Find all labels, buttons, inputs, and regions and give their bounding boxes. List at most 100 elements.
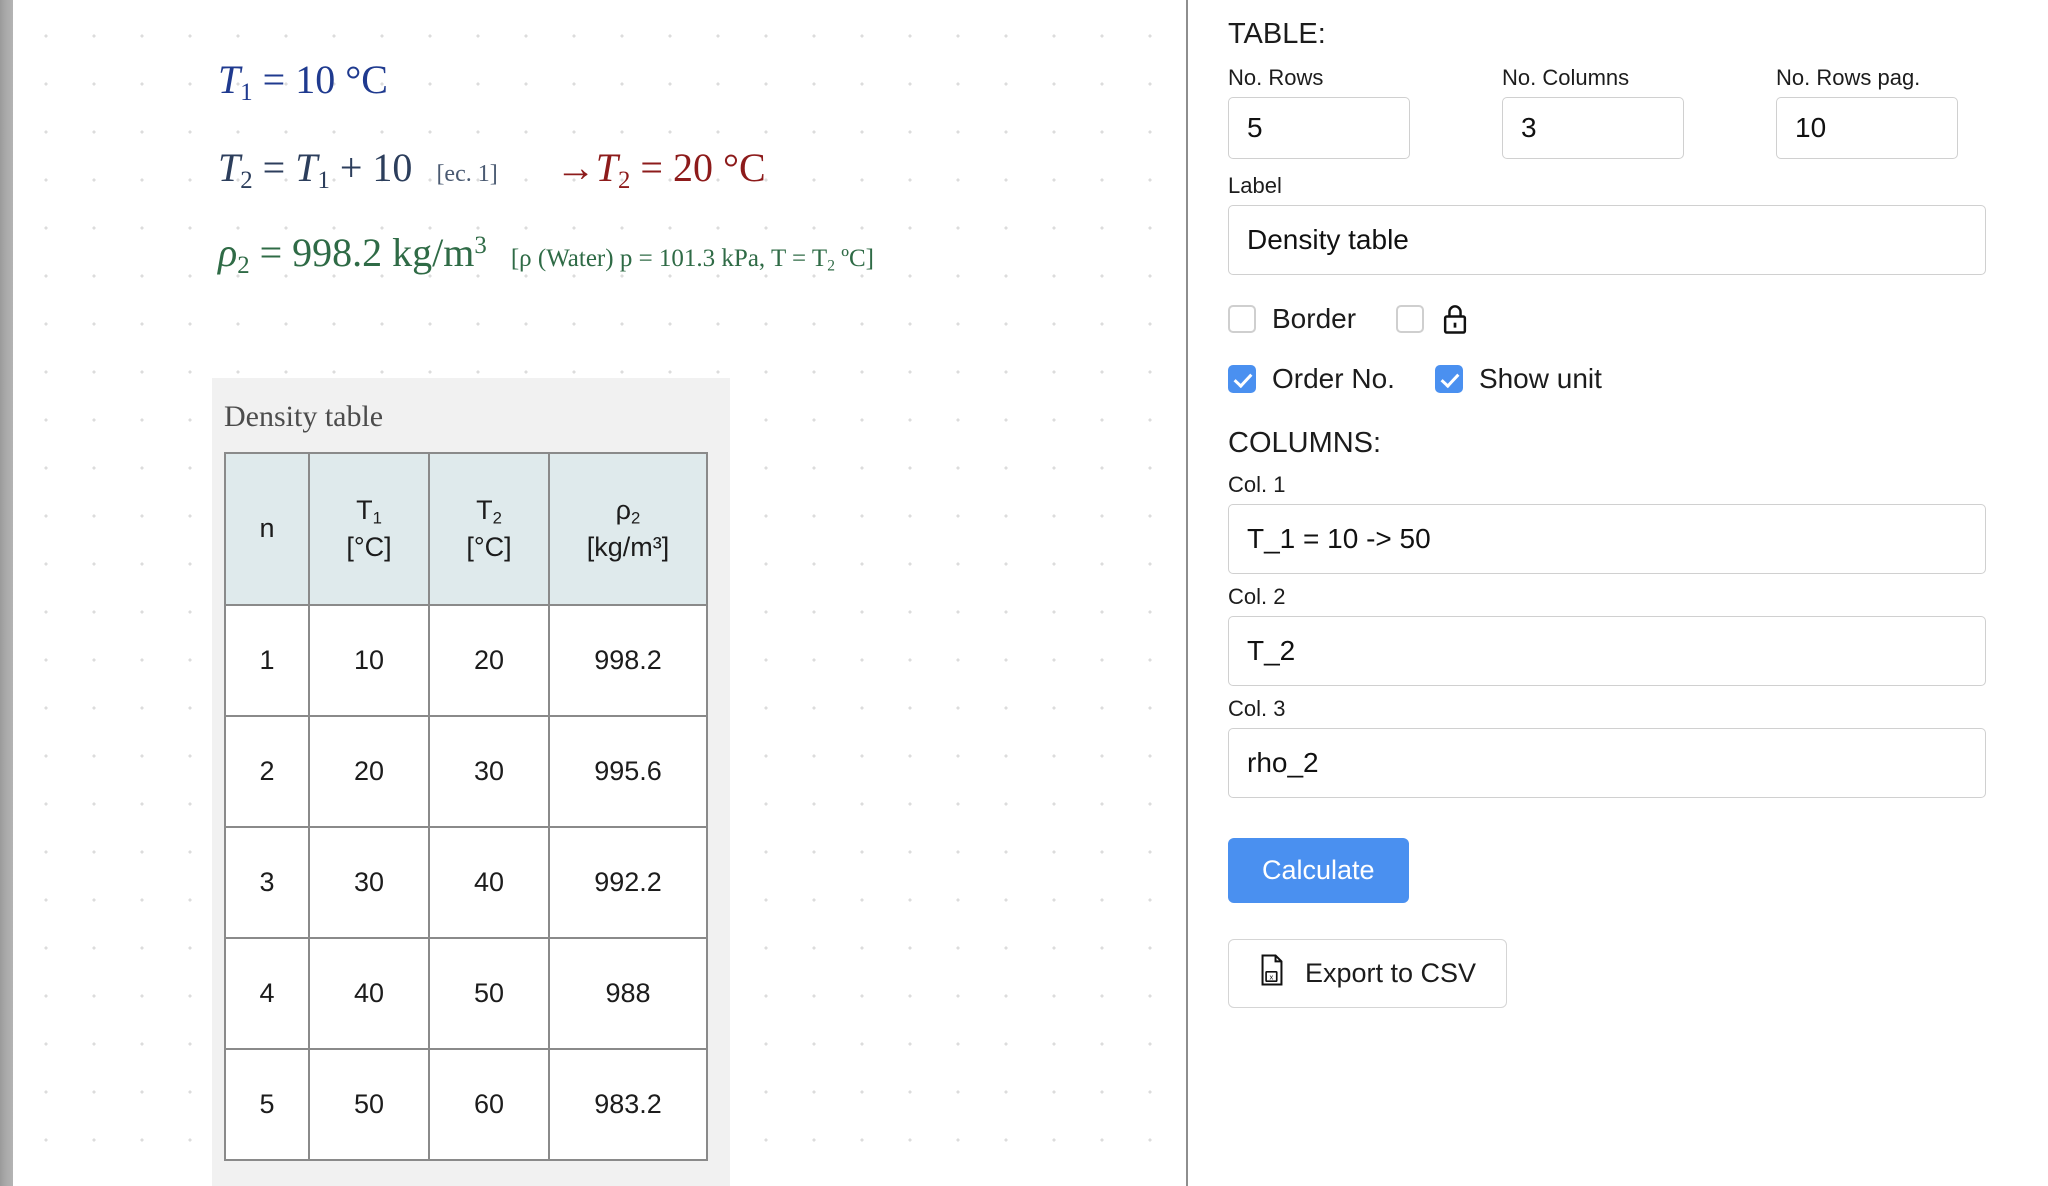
eq-t2-rhs-var: T1	[295, 144, 330, 194]
table-row: 2 20 30 995.6	[224, 715, 708, 828]
equation-block: T1 = 10 °C T2 = T1 + 10 [ec. 1] →T2 = 20…	[218, 60, 1118, 279]
cell-n: 1	[224, 604, 310, 717]
eq-rho2-equals: =	[259, 230, 283, 276]
cell-t2: 60	[428, 1048, 550, 1161]
no-columns-field: No. Columns 3	[1502, 65, 1684, 159]
cell-t1: 50	[308, 1048, 430, 1161]
col2-input[interactable]: T_2	[1228, 616, 1986, 686]
eq-t1-value: 10	[295, 57, 336, 102]
col-header-rho2-symbol: ρ2	[615, 494, 641, 528]
cell-rho2: 998.2	[548, 604, 708, 717]
cell-t1: 20	[308, 715, 430, 828]
col3-field: Col. 3 rho_2	[1228, 696, 1986, 798]
col-header-rho2: ρ2 [kg/m³]	[548, 452, 708, 606]
panel-divider	[1186, 0, 1188, 1186]
eq-rho2-value: 998.2	[292, 230, 383, 276]
table-row: 3 30 40 992.2	[224, 826, 708, 939]
col-header-t1: T1 [°C]	[308, 452, 430, 606]
svg-text:x: x	[1270, 972, 1274, 981]
col-header-t2-symbol: T2	[476, 494, 502, 528]
border-checkbox[interactable]	[1228, 305, 1256, 333]
eq-t2-result-equals: =	[640, 144, 663, 190]
actions-area: Calculate x Export to CSV	[1228, 808, 1986, 1008]
cell-t2: 50	[428, 937, 550, 1050]
table-dimensions-row: No. Rows 5 No. Columns 3 No. Rows pag. 1…	[1228, 65, 1986, 159]
equation-t2: T2 = T1 + 10 [ec. 1] →T2 = 20 °C	[218, 144, 1118, 194]
settings-panel: TABLE: No. Rows 5 No. Columns 3 No. Rows…	[1186, 0, 2048, 1186]
worksheet-canvas[interactable]: T1 = 10 °C T2 = T1 + 10 [ec. 1] →T2 = 20…	[0, 0, 1186, 1186]
table-label-caption: Label	[1228, 173, 1282, 198]
no-rows-label: No. Rows	[1228, 65, 1324, 90]
col-header-t1-symbol: T1	[356, 494, 382, 528]
table-head: n T1 [°C] T2 [°C] ρ2 [kg/m³]	[224, 452, 708, 606]
export-csv-button[interactable]: x Export to CSV	[1228, 939, 1508, 1008]
table-caption: Density table	[224, 400, 384, 433]
no-columns-input[interactable]: 3	[1502, 97, 1684, 159]
density-table: n T1 [°C] T2 [°C] ρ2 [kg/m³] 1 10 20 998…	[224, 452, 708, 1161]
col3-input[interactable]: rho_2	[1228, 728, 1986, 798]
cell-t2: 30	[428, 715, 550, 828]
eq-t2-result: →T2 = 20 °C	[555, 144, 766, 194]
table-header-row: n T1 [°C] T2 [°C] ρ2 [kg/m³]	[224, 452, 708, 606]
col-header-t1-unit: [°C]	[346, 532, 392, 563]
order-no-checkbox[interactable]	[1228, 365, 1256, 393]
lock-checkbox[interactable]	[1396, 305, 1425, 333]
eq-t2-rhs-addend: + 10	[339, 144, 413, 190]
table-row: 4 40 50 988	[224, 937, 708, 1050]
no-columns-label: No. Columns	[1502, 65, 1630, 90]
cell-t1: 30	[308, 826, 430, 939]
no-rows-pag-label: No. Rows pag.	[1776, 65, 1921, 90]
equation-t1: T1 = 10 °C	[218, 60, 1118, 106]
table-label-field: Label Density table	[1228, 173, 1986, 275]
eq-t1-equals: =	[262, 57, 286, 102]
border-checkbox-label: Border	[1272, 303, 1357, 334]
eq-t2-result-value: 20	[672, 144, 713, 190]
no-rows-input[interactable]: 5	[1228, 97, 1410, 159]
no-rows-field: No. Rows 5	[1228, 65, 1410, 159]
col-header-n-symbol: n	[259, 513, 275, 544]
table-body: 1 10 20 998.2 2 20 30 995.6 3 30 40 992.…	[224, 604, 708, 1161]
col1-input[interactable]: T_1 = 10 -> 50	[1228, 504, 1986, 574]
col2-field: Col. 2 T_2	[1228, 584, 1986, 686]
page-scrollbar-vertical[interactable]	[0, 0, 13, 1186]
calculate-button[interactable]: Calculate	[1228, 838, 1409, 903]
density-table-card: Density table n T1 [°C] T2 [°C] ρ2 [kg/m…	[212, 378, 730, 1186]
cell-n: 3	[224, 826, 310, 939]
cell-n: 5	[224, 1048, 310, 1161]
cell-rho2: 995.6	[548, 715, 708, 828]
col-header-t2: T2 [°C]	[428, 452, 550, 606]
eq-t2-result-var: T2	[595, 144, 631, 194]
show-unit-label: Show unit	[1478, 363, 1602, 394]
eq-rho2-unit: kg/m3	[392, 230, 487, 276]
eq-t1-lhs: T1	[218, 57, 253, 106]
cell-t2: 20	[428, 604, 550, 717]
order-unit-row: Order No. Show unit	[1228, 363, 1986, 395]
table-label-input[interactable]: Density table	[1228, 205, 1986, 275]
cell-rho2: 983.2	[548, 1048, 708, 1161]
border-lock-row: Border	[1228, 303, 1986, 335]
eq-rho2-condition-note: [ρ (Water) p = 101.3 kPa, T = T2 ºC]	[510, 245, 874, 275]
col-header-rho2-unit: [kg/m³]	[586, 532, 670, 563]
col1-field: Col. 1 T_1 = 10 -> 50	[1228, 472, 1986, 574]
col2-label: Col. 2	[1228, 584, 1286, 609]
cell-rho2: 992.2	[548, 826, 708, 939]
app-root: T1 = 10 °C T2 = T1 + 10 [ec. 1] →T2 = 20…	[0, 0, 2048, 1186]
col-header-n: n	[224, 452, 310, 606]
table-row: 1 10 20 998.2	[224, 604, 708, 717]
equation-rho2: ρ2 = 998.2 kg/m3 [ρ (Water) p = 101.3 kP…	[218, 233, 1118, 279]
eq-rho2-lhs: ρ2	[218, 230, 250, 280]
export-csv-label: Export to CSV	[1305, 958, 1477, 988]
show-unit-checkbox[interactable]	[1434, 365, 1463, 393]
cell-t2: 40	[428, 826, 550, 939]
cell-n: 2	[224, 715, 310, 828]
eq-t2-equals: =	[262, 144, 286, 190]
order-no-label: Order No.	[1272, 363, 1395, 394]
col3-label: Col. 3	[1228, 696, 1286, 721]
no-rows-pag-field: No. Rows pag. 10	[1776, 65, 1958, 159]
no-rows-pag-input[interactable]: 10	[1776, 97, 1958, 159]
lock-icon	[1440, 303, 1470, 335]
table-section-title: TABLE:	[1228, 18, 1326, 50]
eq-t2-lhs: T2	[218, 144, 253, 194]
arrow-right-icon: →	[555, 144, 596, 190]
cell-rho2: 988	[548, 937, 708, 1050]
